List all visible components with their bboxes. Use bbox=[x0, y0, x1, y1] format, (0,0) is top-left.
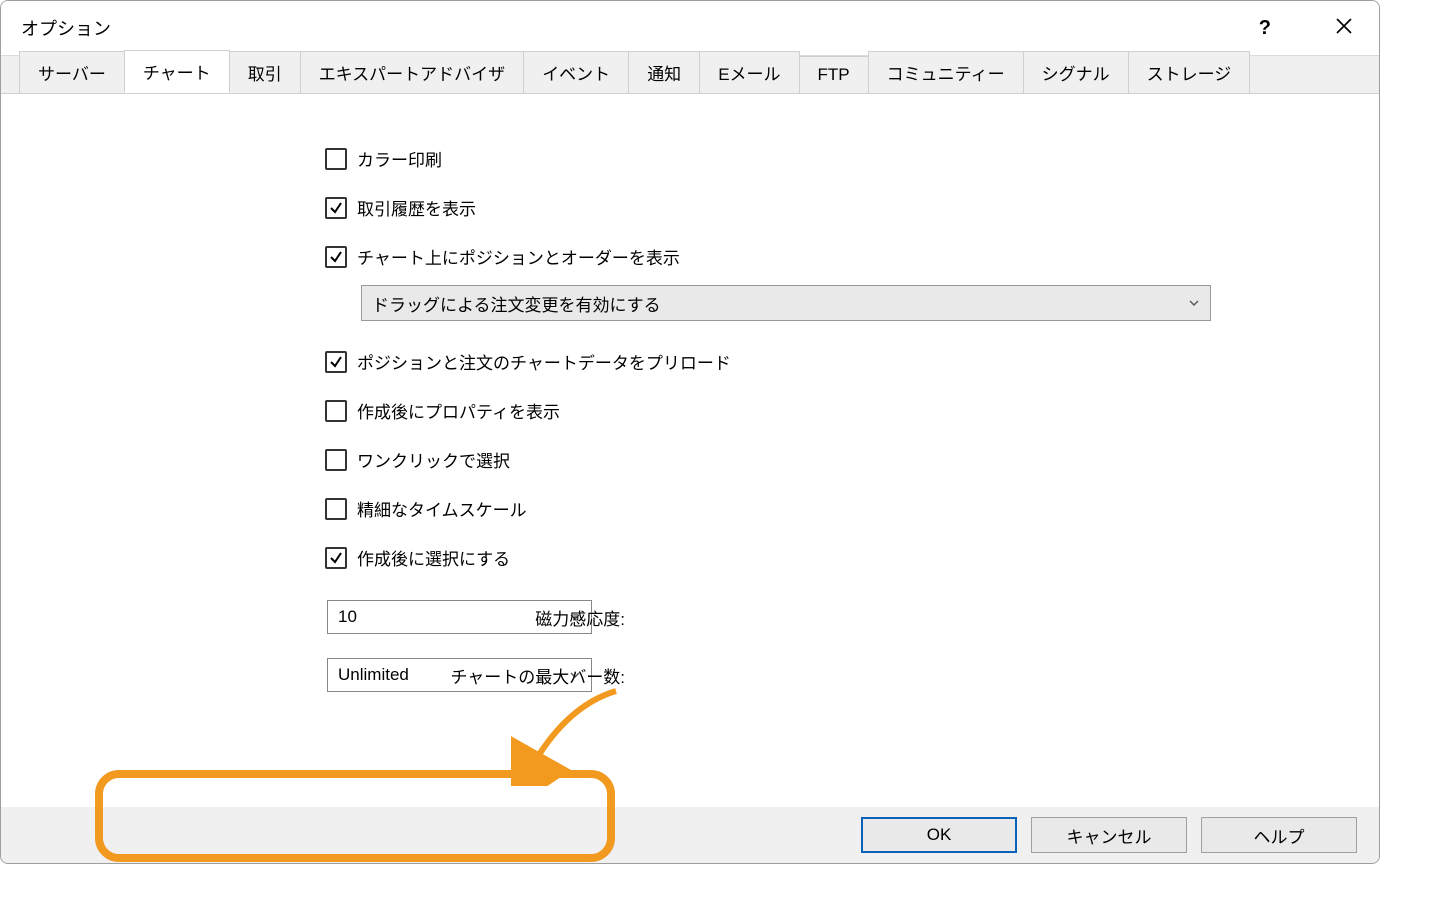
tab-event[interactable]: イベント bbox=[523, 51, 629, 93]
label-max-bars: チャートの最大バー数: bbox=[325, 663, 625, 688]
label-oneclick-select: ワンクリックで選択 bbox=[357, 447, 510, 472]
titlebar: オプション ? bbox=[1, 1, 1379, 55]
checkbox-preload-chart-data[interactable] bbox=[325, 351, 347, 373]
combo-drag-order-modify[interactable]: ドラッグによる注文変更を有効にする bbox=[361, 285, 1211, 321]
tab-trade[interactable]: 取引 bbox=[229, 51, 301, 93]
tab-label: サーバー bbox=[38, 65, 106, 84]
label-color-print: カラー印刷 bbox=[357, 146, 442, 171]
chevron-down-icon bbox=[1188, 297, 1200, 309]
ok-button[interactable]: OK bbox=[861, 817, 1017, 853]
label-show-positions-orders: チャート上にポジションとオーダーを表示 bbox=[357, 244, 680, 269]
help-button[interactable]: ヘルプ bbox=[1201, 817, 1357, 853]
window-controls: ? bbox=[1251, 13, 1361, 44]
tab-label: 通知 bbox=[647, 65, 681, 84]
tab-label: シグナル bbox=[1042, 65, 1110, 84]
tab-label: 取引 bbox=[248, 65, 282, 84]
checkbox-show-properties-after-create[interactable] bbox=[325, 400, 347, 422]
tab-notification[interactable]: 通知 bbox=[628, 51, 700, 93]
tab-ftp[interactable]: FTP bbox=[799, 56, 869, 93]
checkbox-show-positions-orders[interactable] bbox=[325, 246, 347, 268]
label-precise-timescale: 精細なタイムスケール bbox=[357, 496, 527, 521]
options-dialog: オプション ? サーバー チャート 取引 エキスパートアドバイザ イベント 通知… bbox=[0, 0, 1380, 864]
tab-label: コミュニティー bbox=[887, 65, 1005, 84]
checkbox-oneclick-select[interactable] bbox=[325, 449, 347, 471]
annotation-arrow-icon bbox=[511, 686, 631, 786]
label-select-after-create: 作成後に選択にする bbox=[357, 545, 510, 570]
checkbox-precise-timescale[interactable] bbox=[325, 498, 347, 520]
tab-server[interactable]: サーバー bbox=[19, 51, 125, 93]
tab-label: FTP bbox=[818, 65, 850, 84]
checkbox-select-after-create[interactable] bbox=[325, 547, 347, 569]
checkbox-show-trade-history[interactable] bbox=[325, 197, 347, 219]
tab-bar: サーバー チャート 取引 エキスパートアドバイザ イベント 通知 Eメール FT… bbox=[1, 55, 1379, 93]
close-icon[interactable] bbox=[1327, 13, 1361, 43]
button-bar: OK キャンセル ヘルプ bbox=[1, 807, 1379, 863]
tab-storage[interactable]: ストレージ bbox=[1128, 51, 1251, 93]
button-label: ヘルプ bbox=[1254, 823, 1305, 848]
label-magnet-sensitivity: 磁力感応度: bbox=[325, 605, 625, 630]
button-label: キャンセル bbox=[1067, 823, 1152, 848]
tab-label: チャート bbox=[143, 64, 211, 83]
tab-signal[interactable]: シグナル bbox=[1023, 51, 1129, 93]
label-show-properties-after-create: 作成後にプロパティを表示 bbox=[357, 398, 560, 423]
label-preload-chart-data: ポジションと注文のチャートデータをプリロード bbox=[357, 349, 731, 374]
tab-chart[interactable]: チャート bbox=[124, 50, 230, 93]
tab-label: イベント bbox=[542, 65, 610, 84]
content-panel: カラー印刷 取引履歴を表示 チャート上にポジションとオーダーを表示 ドラッグによ… bbox=[1, 93, 1379, 807]
tab-community[interactable]: コミュニティー bbox=[868, 51, 1024, 93]
checkbox-color-print[interactable] bbox=[325, 148, 347, 170]
combo-value: ドラッグによる注文変更を有効にする bbox=[372, 291, 661, 316]
tab-email[interactable]: Eメール bbox=[699, 51, 799, 93]
help-icon[interactable]: ? bbox=[1251, 13, 1279, 44]
tab-label: エキスパートアドバイザ bbox=[319, 65, 506, 84]
cancel-button[interactable]: キャンセル bbox=[1031, 817, 1187, 853]
tab-expert-advisor[interactable]: エキスパートアドバイザ bbox=[300, 51, 525, 93]
window-title: オプション bbox=[21, 15, 111, 41]
button-label: OK bbox=[927, 825, 952, 845]
label-show-trade-history: 取引履歴を表示 bbox=[357, 195, 476, 220]
tab-label: ストレージ bbox=[1147, 65, 1232, 84]
tab-label: Eメール bbox=[718, 65, 780, 84]
